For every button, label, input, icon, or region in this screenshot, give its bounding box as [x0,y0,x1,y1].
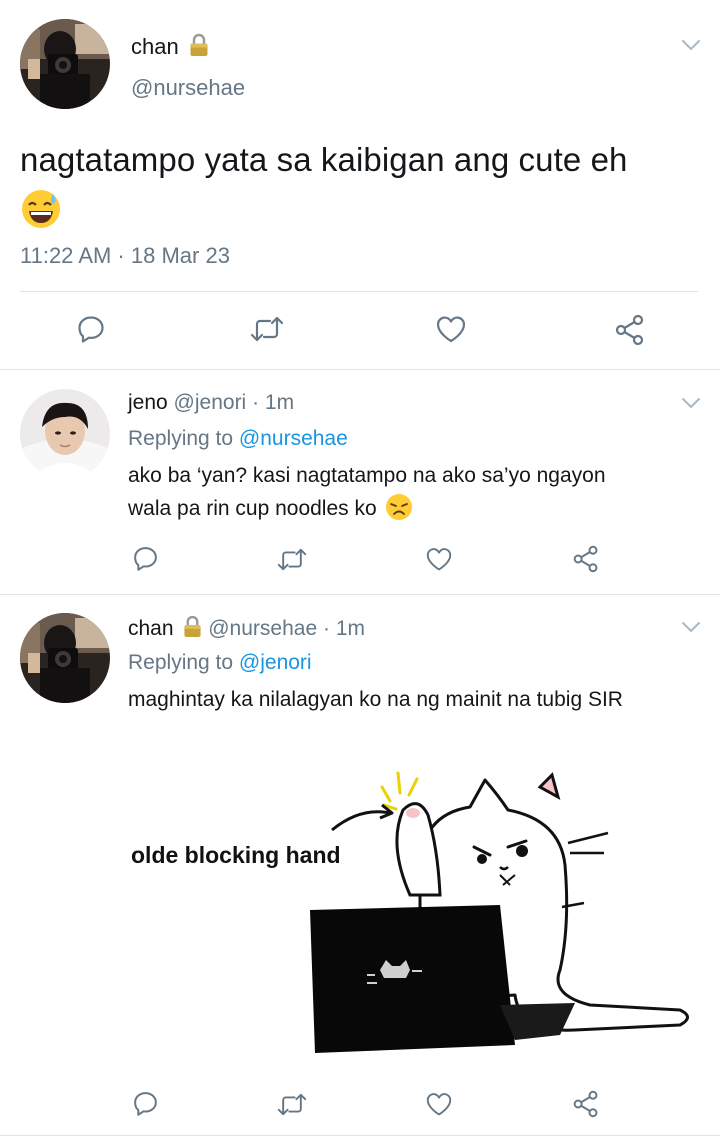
tweet-text-content: nagtatampo yata sa kaibigan ang cute eh [20,141,628,178]
retweet-icon[interactable] [277,546,307,573]
lock-icon [189,33,209,63]
chevron-down-icon[interactable] [679,391,703,415]
reply-display-name[interactable]: jeno [128,391,168,414]
reply-header: jeno @jenori · 1m [128,391,294,415]
reply-text-line-2-content: wala pa rin cup noodles ko [128,497,377,520]
tweet-text: nagtatampo yata sa kaibigan ang cute eh [20,138,700,182]
divider [20,291,698,292]
chevron-down-icon[interactable] [679,615,703,639]
replying-to-label: Replying to [128,427,234,450]
divider [0,1135,720,1136]
share-icon[interactable] [572,1090,600,1118]
chevron-down-icon[interactable] [679,33,703,57]
reply-icon[interactable] [132,1090,159,1117]
reply-header: chan @nursehae · 1m [128,615,365,644]
retweet-icon[interactable] [250,314,284,344]
replying-to: Replying to @jenori [128,646,312,680]
retweet-icon[interactable] [277,1091,307,1118]
reply-text-line-1: ako ba ‘yan? kasi nagtatampo na ako sa’y… [128,464,606,487]
meme-image[interactable] [120,755,710,1055]
reply-icon[interactable] [132,545,159,572]
replying-to-label: Replying to [128,651,234,674]
share-icon[interactable] [614,314,646,346]
handle[interactable]: @nursehae [131,75,245,101]
tweet-timestamp[interactable]: 11:22 AM · 18 Mar 23 [20,243,230,269]
divider [0,594,720,595]
reply-time[interactable]: 1m [265,391,294,414]
like-icon[interactable] [435,314,467,344]
separator-dot: · [252,391,260,414]
reply-display-name[interactable]: chan [128,617,174,640]
meme-caption: olde blocking hand [131,842,341,868]
reply-text-line-2: wala pa rin cup noodles ko [128,492,413,532]
like-icon[interactable] [425,546,453,572]
replying-to-handle[interactable]: @jenori [239,651,312,674]
reply-handle[interactable]: @nursehae [208,617,317,640]
display-name-text[interactable]: chan [131,34,179,59]
disappointed-face-emoji [385,493,413,532]
divider [0,369,720,370]
avatar-chan[interactable] [20,613,110,703]
replying-to-handle[interactable]: @nursehae [239,427,348,450]
display-name[interactable]: chan [131,33,209,63]
avatar-jeno[interactable] [20,389,110,479]
reply-time[interactable]: 1m [336,617,365,640]
separator-dot: · [322,617,330,640]
replying-to: Replying to @nursehae [128,422,348,456]
like-icon[interactable] [425,1091,453,1117]
grinning-face-with-sweat-emoji [20,188,62,235]
lock-icon [183,615,202,644]
avatar-chan[interactable] [20,19,110,109]
reply-text-line-1: maghintay ka nilalagyan ko na ng mainit … [128,688,623,711]
reply-handle[interactable]: @jenori [174,391,247,414]
share-icon[interactable] [572,545,600,573]
reply-icon[interactable] [76,314,106,344]
